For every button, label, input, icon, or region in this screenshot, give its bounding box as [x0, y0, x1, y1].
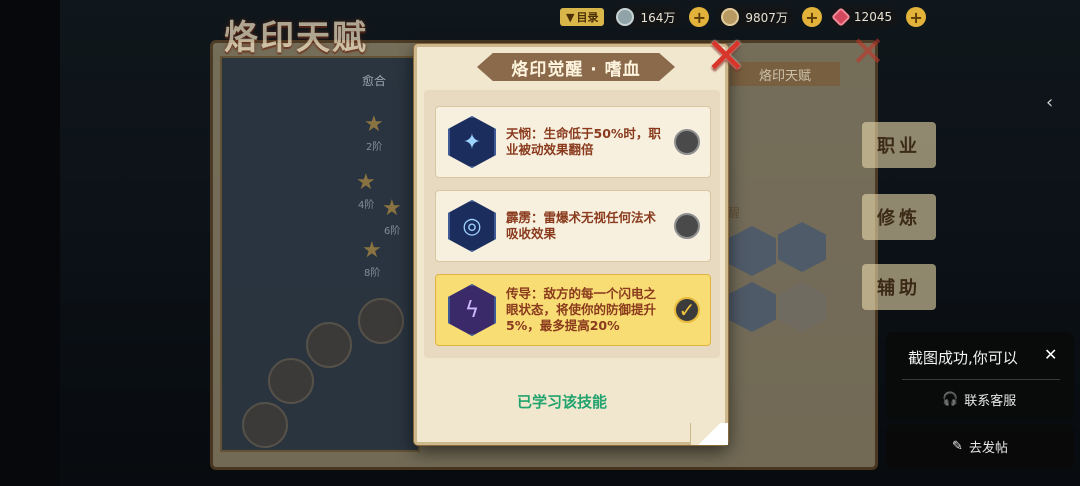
- tier-label: 8阶: [364, 268, 381, 279]
- silver-counter: 164万: [612, 7, 682, 27]
- talent-star-icon[interactable]: ★: [362, 238, 382, 263]
- gold-counter: 9807万: [717, 7, 794, 27]
- go-post-label: 去发帖: [968, 440, 1008, 456]
- silver-amount: 164万: [640, 10, 676, 25]
- learned-status-text: 已学习该技能: [516, 393, 607, 411]
- awaken-select-dialog: 烙印觉醒 · 嗜血 ✕ ✦ 天悯：生命低于50%时，职业被动效果翻倍 ◎ 霹雳：…: [414, 31, 747, 445]
- awaken-section-label: 醒: [728, 206, 741, 220]
- radio-unchecked[interactable]: [674, 213, 700, 239]
- gold-coin-icon: [721, 8, 740, 26]
- talent-star-icon[interactable]: ★: [382, 196, 402, 221]
- toast-close-icon[interactable]: ✕: [1044, 345, 1057, 364]
- go-post-button[interactable]: ✎ 去发帖: [886, 424, 1074, 468]
- radio-unchecked[interactable]: [674, 129, 700, 155]
- tier-label: 6阶: [384, 226, 401, 237]
- toast-title: 截图成功,你可以: [908, 349, 1018, 367]
- add-silver-button[interactable]: +: [689, 7, 710, 27]
- option-description: 霹雳：雷爆术无视任何法术吸收效果: [506, 210, 657, 241]
- game-screen: ▼ 目录 164万 + 9807万 + 12045 + 烙印天赋 愈合 ★ 2阶 …: [0, 0, 1080, 486]
- currency-bar: ▼ 目录 164万 + 9807万 + 12045 +: [560, 6, 927, 28]
- gem-icon: [831, 7, 851, 27]
- rune-icon[interactable]: [242, 402, 288, 448]
- screenshot-toast: 截图成功,你可以 ✕ 🎧 联系客服: [886, 332, 1074, 420]
- talent-star-icon[interactable]: ★: [356, 170, 376, 195]
- book-title: 烙印天赋: [224, 18, 368, 58]
- chevron-left-icon[interactable]: ‹: [1046, 92, 1053, 113]
- add-gem-button[interactable]: +: [906, 7, 927, 27]
- mage-portrait-icon: ✦: [448, 116, 496, 168]
- contact-support-label: 联系客服: [964, 394, 1017, 409]
- gem-amount: 12045: [853, 10, 893, 24]
- check-icon[interactable]: ✓: [674, 297, 700, 323]
- dialog-title: 烙印觉醒 · 嗜血: [477, 53, 675, 81]
- lightning-bolt-icon: ϟ: [448, 284, 496, 336]
- toast-divider: [902, 379, 1060, 380]
- lightning-swirl-icon: ◎: [448, 200, 496, 252]
- option-chuandao[interactable]: ϟ 传导：敌方的每一个闪电之眼状态，将使你的防御提升5%，最多提高20% ✓: [435, 274, 711, 346]
- rune-icon[interactable]: [306, 322, 352, 368]
- talent-star-icon[interactable]: ★: [364, 112, 384, 137]
- gem-counter: 12045: [829, 7, 899, 27]
- tier-label: 2阶: [366, 142, 383, 153]
- heal-label: 愈合: [362, 74, 387, 88]
- option-description: 天悯：生命低于50%时，职业被动效果翻倍: [506, 126, 661, 157]
- eraser-icon: ✎: [952, 438, 963, 454]
- directory-button[interactable]: ▼ 目录: [560, 8, 605, 26]
- left-black-bar: [0, 0, 60, 486]
- option-pili[interactable]: ◎ 霹雳：雷爆术无视任何法术吸收效果: [435, 190, 711, 262]
- option-list: ✦ 天悯：生命低于50%时，职业被动效果翻倍 ◎ 霹雳：雷爆术无视任何法术吸收效…: [424, 90, 720, 358]
- tab-support[interactable]: 辅助: [862, 264, 936, 310]
- page-curl-decoration: [690, 423, 728, 445]
- close-icon[interactable]: ✕: [703, 31, 749, 81]
- contact-support-button[interactable]: 🎧 联系客服: [942, 390, 1016, 409]
- gold-amount: 9807万: [745, 10, 788, 25]
- rune-icon[interactable]: [358, 298, 404, 344]
- option-tianmin[interactable]: ✦ 天悯：生命低于50%时，职业被动效果翻倍: [435, 106, 711, 178]
- add-gold-button[interactable]: +: [801, 7, 822, 27]
- tab-class[interactable]: 职业: [862, 122, 936, 168]
- option-description: 传导：敌方的每一个闪电之眼状态，将使你的防御提升5%，最多提高20%: [506, 286, 657, 333]
- book-close-icon[interactable]: ✕: [848, 31, 888, 73]
- tier-label: 4阶: [358, 200, 375, 211]
- headset-icon: 🎧: [942, 392, 959, 407]
- tab-cultivation[interactable]: 修炼: [862, 194, 936, 240]
- rune-icon[interactable]: [268, 358, 314, 404]
- silver-coin-icon: [616, 8, 635, 26]
- directory-label: 目录: [576, 11, 599, 24]
- talent-tree-panel: [220, 56, 420, 452]
